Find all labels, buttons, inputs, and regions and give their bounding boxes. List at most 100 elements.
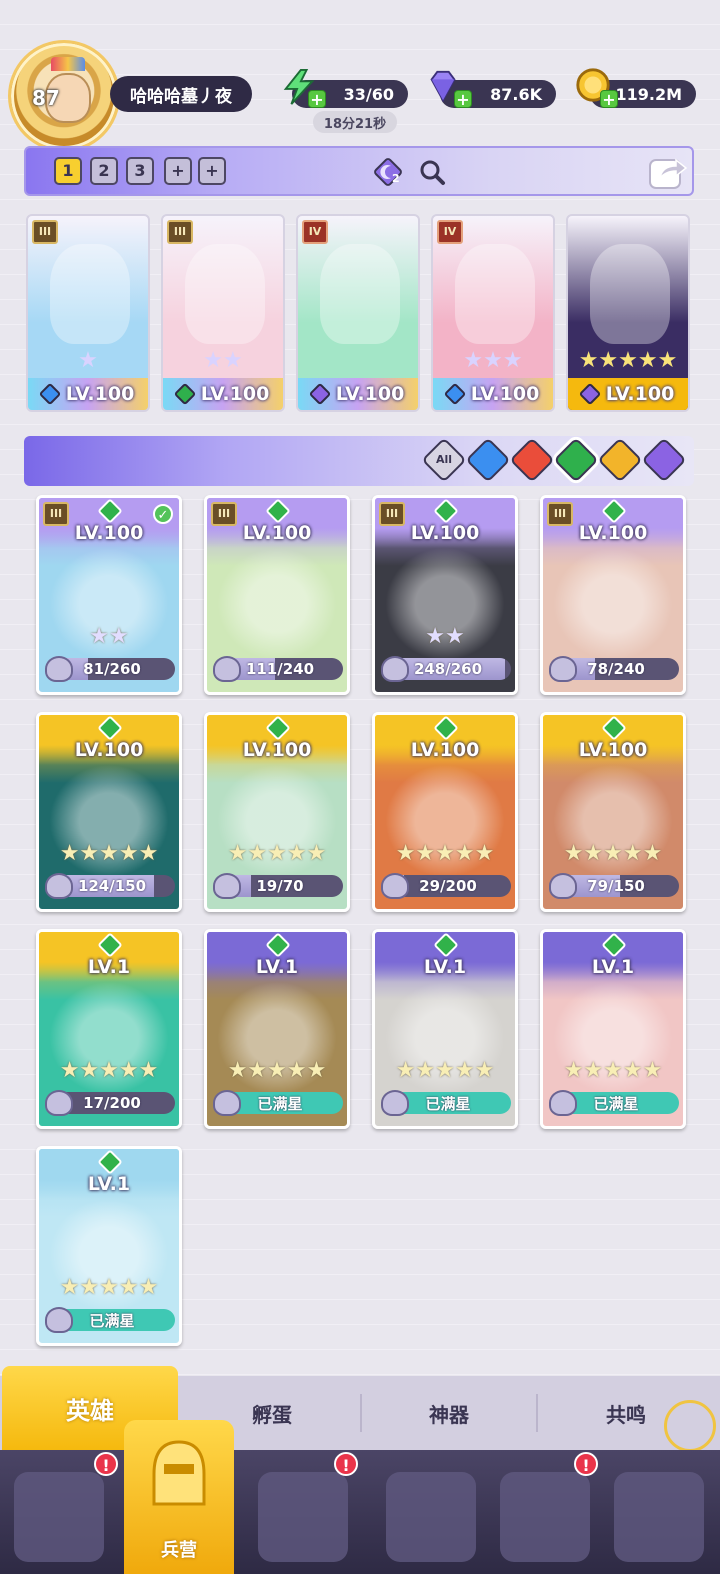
hero-card[interactable]: LV.100 ★★★★★ 29/200 bbox=[372, 712, 518, 912]
filter-fire-icon[interactable] bbox=[509, 437, 555, 483]
gold-add-icon[interactable]: + bbox=[600, 90, 618, 109]
star-rating: ★★★★★ bbox=[227, 1058, 327, 1083]
shard-progress-text: 已满星 bbox=[257, 1094, 303, 1113]
hero-card[interactable]: LV.1 ★★★★★ 17/200 bbox=[36, 929, 182, 1129]
filter-dark-icon[interactable] bbox=[641, 437, 687, 483]
nav-map-icon[interactable] bbox=[258, 1472, 348, 1562]
hero-card[interactable]: LV.100 ★★★★★ 79/150 bbox=[540, 712, 686, 912]
element-icon bbox=[308, 382, 332, 406]
hero-card[interactable]: LV.1 ★★★★★ 已满星 bbox=[36, 1146, 182, 1346]
element-icon bbox=[578, 382, 602, 406]
bottom-nav: ! 兵营 ! ! bbox=[0, 1420, 720, 1574]
energy-add-icon[interactable]: + bbox=[308, 90, 326, 109]
element-icon bbox=[38, 382, 62, 406]
star-rating: ★★ bbox=[203, 348, 243, 373]
team-hero-card[interactable]: IV LV.100 bbox=[296, 214, 420, 412]
hero-card[interactable]: LV.100 III ★★ 248/260 bbox=[372, 495, 518, 695]
hero-shard-icon bbox=[45, 656, 73, 682]
tier-badge: III bbox=[379, 502, 405, 526]
team-add-tab-2[interactable]: + bbox=[198, 157, 226, 185]
hero-card[interactable]: LV.1 ★★★★★ 已满星 bbox=[540, 929, 686, 1129]
hero-portrait bbox=[50, 244, 130, 344]
star-rating: ★★★★★ bbox=[227, 841, 327, 866]
in-team-check-icon: ✓ bbox=[153, 504, 173, 524]
shard-progress-text: 81/260 bbox=[83, 660, 141, 678]
shard-progress-text: 111/240 bbox=[245, 660, 315, 678]
filter-all-label: All bbox=[435, 453, 453, 466]
player-avatar[interactable] bbox=[8, 40, 120, 152]
hero-shard-icon bbox=[549, 873, 577, 899]
hero-level-text: LV.100 bbox=[470, 383, 540, 405]
hero-shard-icon bbox=[549, 1090, 577, 1116]
hero-level: LV.100 bbox=[28, 378, 148, 410]
hero-level: LV.100 bbox=[433, 378, 553, 410]
shard-progress-text: 29/200 bbox=[419, 877, 477, 895]
tier-badge: IV bbox=[302, 220, 328, 244]
star-rating: ★★★★★ bbox=[59, 1058, 159, 1083]
hero-portrait bbox=[590, 244, 670, 344]
hero-level: LV.100 bbox=[568, 378, 688, 410]
shard-progress-text: 19/70 bbox=[256, 877, 304, 895]
energy-value: 33/60 bbox=[343, 84, 394, 104]
team-add-tab[interactable]: + bbox=[164, 157, 192, 185]
team-hero-card[interactable]: III ★ LV.100 bbox=[26, 214, 150, 412]
tier-badge: III bbox=[32, 220, 58, 244]
moon-element-badge-icon[interactable] bbox=[370, 154, 406, 190]
search-icon[interactable] bbox=[418, 158, 446, 186]
star-rating: ★★★★★ bbox=[395, 841, 495, 866]
hero-portrait bbox=[543, 538, 683, 658]
element-icon bbox=[173, 382, 197, 406]
hero-card[interactable]: LV.100 III ✓ ★★ 81/260 bbox=[36, 495, 182, 695]
hero-shard-icon bbox=[381, 656, 409, 682]
nav-banner-icon[interactable] bbox=[614, 1472, 704, 1562]
gem-value: 87.6K bbox=[490, 84, 542, 104]
hero-shard-icon bbox=[45, 1090, 73, 1116]
shard-progress-text: 78/240 bbox=[587, 660, 645, 678]
element-filter-bar: All bbox=[24, 436, 694, 486]
nav-barracks[interactable]: 兵营 bbox=[124, 1420, 234, 1574]
hero-card[interactable]: LV.100 III 78/240 bbox=[540, 495, 686, 695]
hero-level-text: LV.100 bbox=[335, 383, 405, 405]
shard-progress-text: 已满星 bbox=[89, 1311, 135, 1330]
hero-card[interactable]: LV.100 ★★★★★ 19/70 bbox=[204, 712, 350, 912]
team-hero-card[interactable]: ★★★★★ LV.100 bbox=[566, 214, 690, 412]
team-tab-2[interactable]: 2 bbox=[90, 157, 118, 185]
filter-nature-icon[interactable] bbox=[553, 437, 599, 483]
filter-water-icon[interactable] bbox=[465, 437, 511, 483]
hero-level-text: LV.100 bbox=[65, 383, 135, 405]
hero-card[interactable]: LV.1 ★★★★★ 已满星 bbox=[204, 929, 350, 1129]
star-rating: ★★★★★ bbox=[563, 1058, 663, 1083]
tab-artifacts[interactable]: 神器 bbox=[362, 1376, 536, 1450]
hero-card[interactable]: LV.100 ★★★★★ 124/150 bbox=[36, 712, 182, 912]
hero-shard-icon bbox=[213, 1090, 241, 1116]
tier-badge: IV bbox=[437, 220, 463, 244]
hero-shard-icon bbox=[381, 873, 409, 899]
filter-all-button[interactable]: All bbox=[421, 437, 467, 483]
shard-progress-text: 248/260 bbox=[413, 660, 483, 678]
tier-badge: III bbox=[43, 502, 69, 526]
team-tab-3[interactable]: 3 bbox=[126, 157, 154, 185]
star-rating: ★★★★★ bbox=[578, 348, 678, 373]
gem-add-icon[interactable]: + bbox=[454, 90, 472, 109]
hero-portrait bbox=[320, 244, 400, 344]
hero-level: LV.100 bbox=[163, 378, 283, 410]
nav-barracks-label: 兵营 bbox=[161, 1540, 197, 1561]
hero-sub-tabs: 英雄 孵蛋 神器 共鸣 bbox=[0, 1366, 720, 1452]
team-tab-1[interactable]: 1 bbox=[54, 157, 82, 185]
filter-light-icon[interactable] bbox=[597, 437, 643, 483]
sparkle-ring-icon[interactable] bbox=[664, 1400, 716, 1452]
hero-card[interactable]: LV.100 III 111/240 bbox=[204, 495, 350, 695]
hero-card[interactable]: LV.1 ★★★★★ 已满星 bbox=[372, 929, 518, 1129]
nav-cards-icon[interactable] bbox=[14, 1472, 104, 1562]
nav-castle-icon[interactable] bbox=[386, 1472, 476, 1562]
star-rating: ★★★★★ bbox=[395, 1058, 495, 1083]
nav-guild-icon[interactable] bbox=[500, 1472, 590, 1562]
gold-value: 119.2M bbox=[615, 84, 682, 104]
team-hero-card[interactable]: III ★★ LV.100 bbox=[161, 214, 285, 412]
tier-badge: III bbox=[167, 220, 193, 244]
share-icon[interactable] bbox=[646, 152, 688, 192]
star-rating: ★★★★★ bbox=[563, 841, 663, 866]
player-name[interactable]: 哈哈哈墓丿夜 bbox=[110, 76, 252, 112]
hero-portrait bbox=[207, 538, 347, 658]
team-hero-card[interactable]: IV ★★★ LV.100 bbox=[431, 214, 555, 412]
